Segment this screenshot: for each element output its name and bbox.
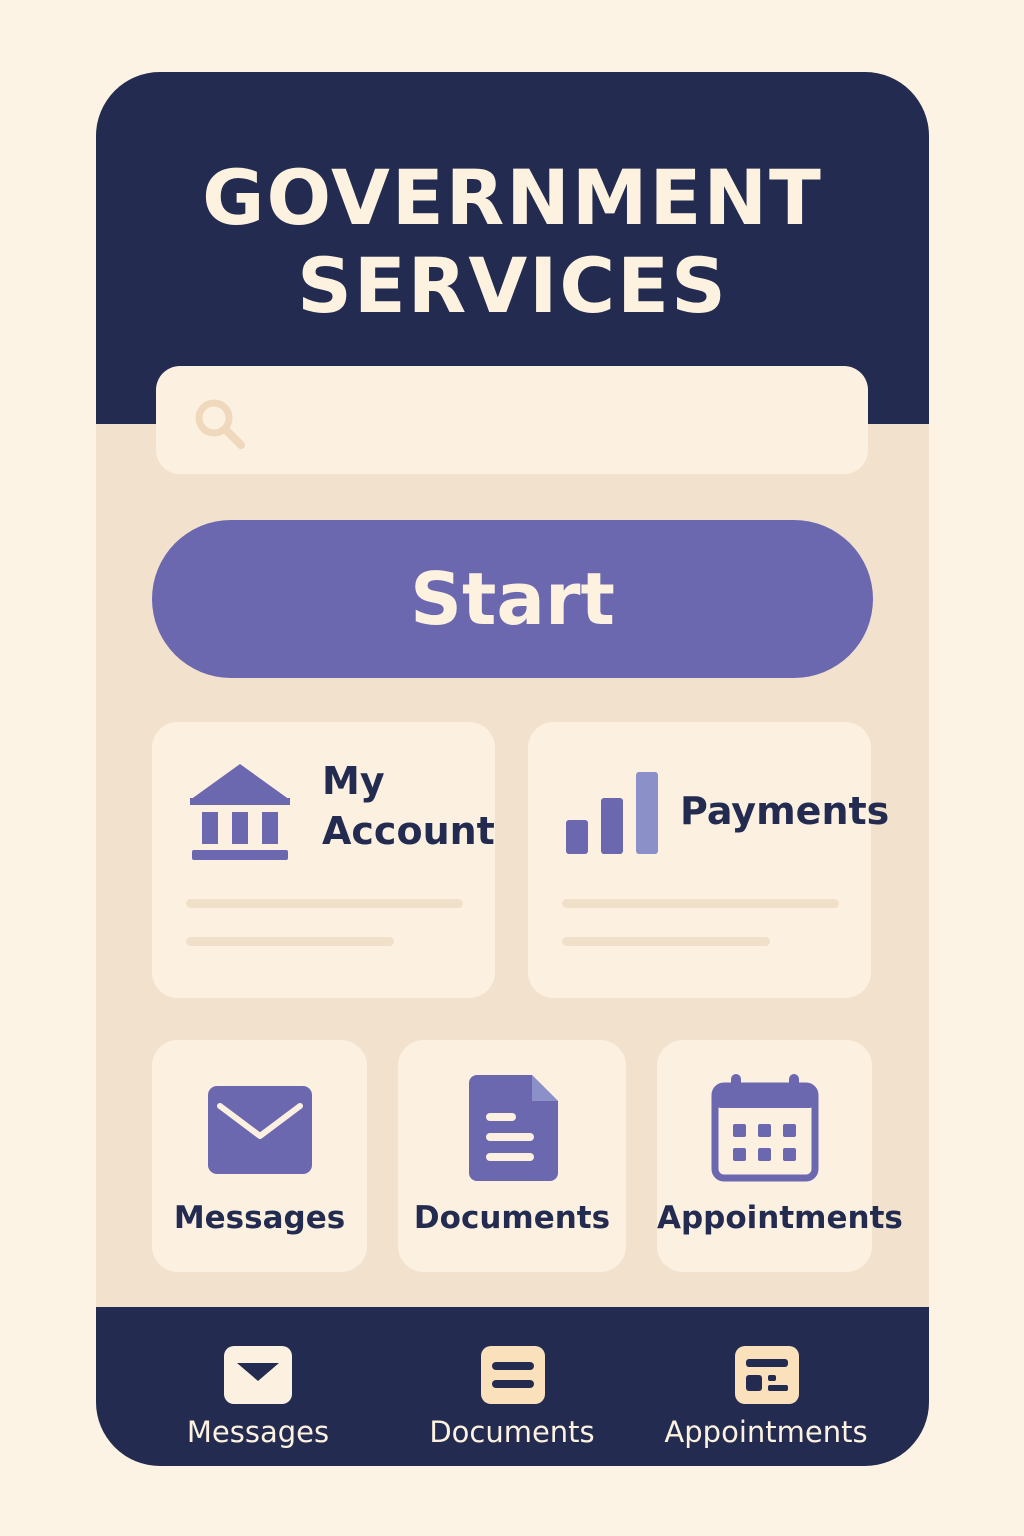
placeholder-line (562, 937, 770, 946)
title-line-1: GOVERNMENT (202, 153, 823, 242)
search-input[interactable] (266, 386, 850, 456)
title-line-2: SERVICES (297, 241, 728, 330)
placeholder-line (562, 899, 839, 908)
my-account-label: My Account (322, 756, 495, 856)
calendar-icon (711, 1074, 819, 1182)
my-account-label-line-2: Account (322, 809, 495, 853)
messages-label: Messages (173, 1200, 346, 1236)
my-account-label-line-1: My (322, 759, 385, 803)
documents-card[interactable]: Documents (398, 1040, 626, 1272)
envelope-icon (208, 1086, 312, 1174)
phone-frame: GOVERNMENT SERVICES Start My Account Pay… (96, 72, 929, 1466)
payments-label: Payments (680, 789, 890, 833)
messages-card[interactable]: Messages (152, 1040, 367, 1272)
nav-documents[interactable]: Documents (382, 1307, 642, 1466)
calendar-icon (735, 1346, 799, 1404)
appointments-label: Appointments (657, 1200, 903, 1236)
search-icon (195, 399, 245, 449)
nav-messages-label: Messages (186, 1415, 330, 1449)
bottom-nav: Messages Documents Appointments (96, 1307, 929, 1466)
envelope-icon (224, 1346, 292, 1404)
document-icon (469, 1075, 558, 1181)
appointments-card[interactable]: Appointments (657, 1040, 903, 1272)
documents-label: Documents (413, 1200, 611, 1236)
nav-appointments[interactable]: Appointments (636, 1307, 896, 1466)
page-title: GOVERNMENT SERVICES (96, 154, 929, 330)
nav-documents-label: Documents (429, 1415, 595, 1449)
search-bar[interactable] (156, 366, 868, 474)
bank-icon (190, 764, 290, 860)
bar-chart-icon (566, 772, 658, 854)
nav-appointments-label: Appointments (664, 1415, 868, 1449)
my-account-card[interactable]: My Account (152, 722, 495, 998)
nav-messages[interactable]: Messages (128, 1307, 388, 1466)
payments-card[interactable]: Payments (528, 722, 889, 998)
start-button[interactable]: Start (152, 520, 873, 678)
placeholder-line (186, 899, 463, 908)
document-icon (481, 1346, 545, 1404)
placeholder-line (186, 937, 394, 946)
